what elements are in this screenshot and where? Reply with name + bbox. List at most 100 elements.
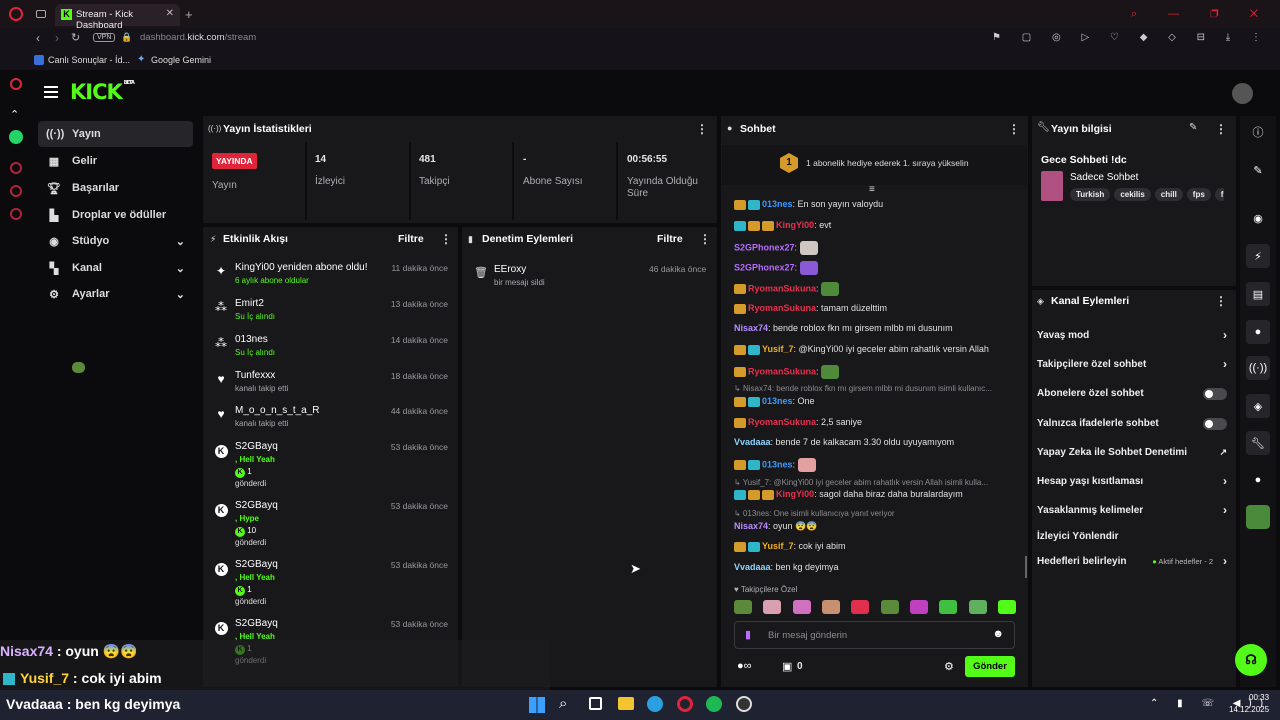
emote-icon[interactable] bbox=[851, 600, 870, 614]
chat-message[interactable]: KingYi00: sagol daha biraz daha buralard… bbox=[734, 489, 963, 500]
tag[interactable]: fps bbox=[1186, 188, 1211, 201]
chat-bubble-icon[interactable]: ● bbox=[1246, 320, 1270, 344]
nav-yayin[interactable]: ((·)) Yayın bbox=[38, 121, 193, 147]
history-icon[interactable] bbox=[10, 162, 22, 174]
channel-action-item[interactable]: Hedefleri belirleyin › ● Aktif hedefler - … bbox=[1037, 554, 1227, 568]
chat-message[interactable]: 013nes: One bbox=[734, 396, 815, 407]
channel-action-item[interactable]: Yalnızca ifadelerle sohbet bbox=[1037, 418, 1227, 430]
tab-icon[interactable] bbox=[36, 10, 46, 18]
more-icon[interactable]: ⋮ bbox=[699, 232, 711, 246]
send-button[interactable]: Gönder bbox=[965, 656, 1015, 677]
support-button[interactable]: ☊ bbox=[1235, 644, 1267, 676]
mic-icon[interactable]: ▮ bbox=[745, 628, 751, 641]
bolt-icon[interactable]: ⚡︎ bbox=[1246, 244, 1270, 268]
more-icon[interactable]: ⋮ bbox=[1008, 122, 1020, 136]
whatsapp-icon[interactable] bbox=[9, 130, 23, 144]
chat-message[interactable]: RyomanSukuna: 2,5 saniye bbox=[734, 417, 862, 428]
edit-icon[interactable]: ✎ bbox=[1189, 122, 1197, 133]
activity-item[interactable]: KS2GBayq53 dakika önce, Hell YeahK 1gönd… bbox=[208, 441, 453, 491]
settings-icon[interactable] bbox=[10, 208, 22, 220]
chat-message[interactable]: Vvadaaa: ben kg deyimya bbox=[734, 562, 839, 572]
chat-message[interactable]: 013nes: En son yayın valoydu bbox=[734, 199, 883, 210]
sidebar-arrow-icon[interactable]: ⌃ bbox=[10, 108, 19, 121]
tag[interactable]: Turkish bbox=[1070, 188, 1111, 201]
wrench-icon[interactable]: 🔧︎ bbox=[1246, 431, 1270, 455]
chat-settings-icon[interactable]: ⚙ bbox=[944, 660, 954, 673]
channel-action-item[interactable]: Hesap yaşı kısıtlaması › bbox=[1037, 474, 1227, 488]
search-icon[interactable]: ⌕ bbox=[559, 695, 567, 712]
chat-username[interactable]: Yusif_7 bbox=[762, 541, 794, 551]
activity-name[interactable]: Tunfexxx bbox=[235, 370, 275, 381]
bookmark-1[interactable]: Canlı Sonuçlar - İd... bbox=[48, 55, 130, 65]
broadcast-icon[interactable]: ((·)) bbox=[1246, 356, 1270, 380]
toggle-switch[interactable] bbox=[1203, 388, 1227, 400]
activity-name[interactable]: S2GBayq bbox=[235, 618, 278, 629]
chat-scrollbar[interactable] bbox=[1025, 556, 1027, 578]
channel-action-item[interactable]: Yapay Zeka ile Sohbet Denetimi ↗ bbox=[1037, 447, 1227, 458]
tag[interactable]: fi bbox=[1214, 188, 1224, 201]
emote-icon[interactable] bbox=[909, 600, 928, 614]
obs-icon[interactable] bbox=[736, 696, 752, 712]
chat-username[interactable]: 013nes bbox=[762, 396, 793, 406]
chat-username[interactable]: 013nes bbox=[762, 459, 793, 469]
turtle-emote-icon[interactable] bbox=[1246, 505, 1270, 529]
clock-icon[interactable] bbox=[10, 185, 22, 197]
tab-close-icon[interactable]: ✕ bbox=[166, 8, 174, 19]
chat-username[interactable]: RyomanSukuna bbox=[748, 417, 816, 427]
activity-item[interactable]: KS2GBayq53 dakika önce, Hell YeahK 1gönd… bbox=[208, 559, 453, 609]
activity-name[interactable]: S2GBayq bbox=[235, 559, 278, 570]
emoji-icon[interactable]: ☻ bbox=[992, 628, 1004, 640]
chat-username[interactable]: KingYi00 bbox=[776, 220, 814, 230]
avatar[interactable] bbox=[1232, 83, 1253, 104]
chat-message[interactable]: RyomanSukuna: tamam düzelttim bbox=[734, 303, 887, 314]
info-icon[interactable]: ⓘ bbox=[1246, 120, 1270, 144]
spotify-icon[interactable] bbox=[706, 696, 722, 712]
emote-icon[interactable] bbox=[821, 600, 840, 614]
points-icon[interactable]: ● bbox=[1246, 468, 1270, 492]
chat-username[interactable]: KingYi00 bbox=[776, 489, 814, 499]
bookmark-2[interactable]: Google Gemini bbox=[151, 55, 211, 65]
more-icon[interactable]: ⋮ bbox=[440, 232, 452, 246]
task-view-icon[interactable] bbox=[589, 697, 602, 710]
activity-name[interactable]: KingYi00 yeniden abone oldu! bbox=[235, 262, 368, 273]
camera-icon[interactable]: ◉ bbox=[1246, 206, 1270, 230]
activity-name[interactable]: S2GBayq bbox=[235, 500, 278, 511]
chat-message[interactable]: KingYi00: evt bbox=[734, 220, 831, 231]
opera-icon[interactable] bbox=[677, 696, 693, 712]
chat-input[interactable]: ▮ Bir mesaj gönderin ☻ bbox=[734, 621, 1015, 649]
chat-message[interactable]: Yusif_7: @KingYi00 iyi geceler abim raha… bbox=[734, 344, 989, 355]
collapse-icon[interactable]: ≡ bbox=[869, 184, 875, 195]
nav-basarilar[interactable]: 🏆︎ Başarılar bbox=[38, 175, 193, 201]
toggle-switch[interactable] bbox=[1203, 418, 1227, 430]
tag[interactable]: chill bbox=[1154, 188, 1183, 201]
activity-name[interactable]: M_o_o_n_s_t_a_R bbox=[235, 405, 320, 416]
document-icon[interactable]: ▤ bbox=[1246, 282, 1270, 306]
kick-logo[interactable]: KICK BETA bbox=[70, 80, 135, 104]
category-name[interactable]: Sadece Sohbet bbox=[1070, 172, 1138, 183]
file-explorer-icon[interactable] bbox=[618, 697, 634, 710]
reload-icon[interactable]: ↻ bbox=[71, 31, 80, 44]
chat-username[interactable]: Vvadaaa bbox=[734, 437, 771, 447]
chat-username[interactable]: RyomanSukuna bbox=[748, 366, 816, 376]
emote-icon[interactable] bbox=[997, 600, 1016, 614]
channel-points-icon[interactable]: ●∞ bbox=[737, 660, 752, 672]
new-tab-button[interactable]: + bbox=[185, 7, 193, 22]
activity-filter-button[interactable]: Filtre bbox=[398, 233, 424, 245]
start-icon[interactable] bbox=[529, 697, 545, 713]
chat-username[interactable]: Nisax74 bbox=[734, 323, 768, 333]
clock-time[interactable]: 00:33 bbox=[1249, 693, 1269, 702]
moderation-filter-button[interactable]: Filtre bbox=[657, 233, 683, 245]
shield-icon[interactable]: ◈ bbox=[1246, 394, 1270, 418]
edge-icon[interactable] bbox=[647, 696, 663, 712]
emote-icon[interactable] bbox=[939, 600, 958, 614]
chat-message[interactable]: RyomanSukuna: bbox=[734, 365, 840, 379]
more-icon[interactable]: ⋮ bbox=[1215, 294, 1227, 308]
activity-name[interactable]: S2GBayq bbox=[235, 441, 278, 452]
activity-name[interactable]: 013nes bbox=[235, 334, 268, 345]
chat-message[interactable]: Vvadaaa: bende 7 de kalkacam 3.30 oldu u… bbox=[734, 437, 954, 447]
chat-username[interactable]: RyomanSukuna bbox=[748, 283, 816, 293]
vpn-badge[interactable]: VPN bbox=[93, 33, 116, 42]
nav-studyo[interactable]: ◉ Stüdyo ⌄ bbox=[38, 228, 193, 254]
emote-icon[interactable] bbox=[734, 600, 752, 614]
channel-action-item[interactable]: Yasaklanmış kelimeler › bbox=[1037, 503, 1227, 517]
